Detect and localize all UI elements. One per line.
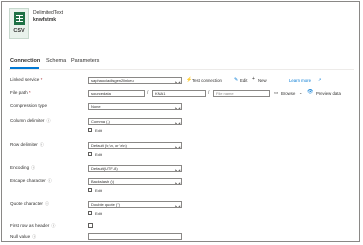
null-value-label: Null value ⓘ: [10, 234, 36, 240]
chevron-down-icon: [174, 78, 180, 83]
chevron-down-icon: [174, 202, 180, 207]
row-delimiter-edit-label: Edit: [95, 152, 102, 157]
file-path-container-input[interactable]: sourcedata: [88, 90, 145, 97]
info-icon: ⓘ: [39, 142, 44, 147]
preview-data-button[interactable]: Preview data: [316, 91, 341, 96]
encoding-label-text: Encoding: [10, 165, 30, 170]
encoding-label: Encoding ⓘ: [10, 165, 35, 171]
column-delimiter-label-text: Column delimiter: [10, 118, 45, 123]
row-delimiter-value: Default (\r,\n, or \r\n): [91, 143, 127, 148]
linked-service-select[interactable]: saphaociadlsgen2linkeu: [88, 77, 182, 84]
info-icon: ⓘ: [46, 118, 51, 123]
quote-character-edit-label: Edit: [95, 211, 102, 216]
csv-tile-label: CSV: [13, 28, 25, 34]
dataset-panel: CSV DelimitedText knwfstmk Connection Sc…: [1, 1, 360, 242]
escape-character-value: Backslash (\): [91, 179, 115, 184]
info-icon: ⓘ: [51, 223, 56, 228]
quote-character-label-text: Quote character: [10, 201, 43, 206]
quote-character-edit-checkbox[interactable]: [88, 211, 92, 215]
escape-character-label: Escape character ⓘ: [10, 178, 52, 184]
path-separator: /: [208, 90, 210, 96]
chevron-down-icon: [174, 104, 180, 109]
linked-service-label-text: Linked service: [10, 77, 40, 82]
test-connection-link[interactable]: Test connection: [192, 78, 222, 83]
escape-character-select[interactable]: Backslash (\): [88, 178, 182, 185]
chevron-down-icon: [174, 143, 180, 148]
directory-value: KNA1: [155, 91, 166, 96]
quote-character-value: Double quote ("): [91, 202, 120, 207]
row-delimiter-label-text: Row delimiter: [10, 142, 38, 147]
quote-character-label: Quote character ⓘ: [10, 201, 49, 207]
tab-divider: [9, 69, 354, 70]
dataset-type-title: DelimitedText: [33, 10, 64, 16]
file-path-label-text: File path: [10, 90, 28, 95]
external-link-icon: ↗: [318, 77, 322, 82]
null-value-input[interactable]: [88, 233, 182, 240]
info-icon: ⓘ: [44, 201, 49, 206]
linked-service-edit-link[interactable]: Edit: [240, 78, 247, 83]
learn-more-link[interactable]: Learn more: [289, 78, 311, 83]
path-separator: /: [147, 90, 149, 96]
chevron-down-icon[interactable]: ⌄: [299, 90, 302, 95]
tab-parameters[interactable]: Parameters: [71, 58, 99, 64]
preview-icon[interactable]: 👁: [307, 89, 313, 95]
folder-icon[interactable]: ▭: [274, 90, 278, 96]
spreadsheet-icon: [14, 12, 25, 25]
encoding-value: Default(UTF-8): [91, 166, 118, 171]
linked-service-label: Linked service *: [10, 77, 42, 82]
column-delimiter-select[interactable]: Comma (,): [88, 118, 182, 125]
compression-type-value: None: [91, 104, 101, 109]
first-row-header-label: First row as header ⓘ: [10, 223, 55, 229]
dataset-name: knwfstmk: [33, 17, 57, 23]
column-delimiter-label: Column delimiter ⓘ: [10, 118, 50, 124]
tab-schema[interactable]: Schema: [46, 58, 66, 64]
tab-connection[interactable]: Connection: [10, 58, 40, 64]
linked-service-value: saphaociadlsgen2linkeu: [91, 78, 134, 83]
escape-character-edit-label: Edit: [95, 188, 102, 193]
escape-character-edit-checkbox[interactable]: [88, 188, 92, 192]
file-path-directory-input[interactable]: KNA1: [152, 90, 206, 97]
row-delimiter-label: Row delimiter ⓘ: [10, 142, 44, 148]
column-delimiter-edit-checkbox[interactable]: [88, 128, 92, 132]
first-row-header-label-text: First row as header: [10, 223, 50, 228]
browse-button[interactable]: Browse: [281, 91, 295, 96]
edit-pencil-icon[interactable]: ✎: [234, 77, 238, 83]
row-delimiter-edit-checkbox[interactable]: [88, 152, 92, 156]
info-icon: ⓘ: [32, 234, 37, 239]
csv-file-icon: CSV: [9, 8, 29, 39]
linked-service-new-link[interactable]: New: [258, 78, 267, 83]
column-delimiter-value: Comma (,): [91, 119, 110, 124]
chevron-down-icon: [174, 179, 180, 184]
container-value: sourcedata: [91, 91, 111, 96]
null-value-label-text: Null value: [10, 234, 31, 239]
required-marker: *: [40, 77, 43, 82]
file-name-input[interactable]: File name: [213, 90, 270, 97]
compression-type-label: Compression type: [10, 103, 48, 108]
info-icon: ⓘ: [47, 178, 52, 183]
encoding-select[interactable]: Default(UTF-8): [88, 165, 182, 172]
file-name-placeholder: File name: [216, 91, 234, 96]
row-delimiter-select[interactable]: Default (\r,\n, or \r\n): [88, 142, 182, 149]
plus-icon[interactable]: +: [252, 76, 255, 82]
info-icon: ⓘ: [31, 165, 36, 170]
escape-character-label-text: Escape character: [10, 178, 46, 183]
chevron-down-icon: [174, 119, 180, 124]
quote-character-select[interactable]: Double quote ("): [88, 201, 182, 208]
file-path-label: File path *: [10, 90, 31, 95]
column-delimiter-edit-label: Edit: [95, 128, 102, 133]
chevron-down-icon: [174, 166, 180, 171]
compression-type-select[interactable]: None: [88, 103, 182, 110]
required-marker: *: [28, 90, 31, 95]
first-row-header-checkbox[interactable]: [88, 223, 93, 228]
